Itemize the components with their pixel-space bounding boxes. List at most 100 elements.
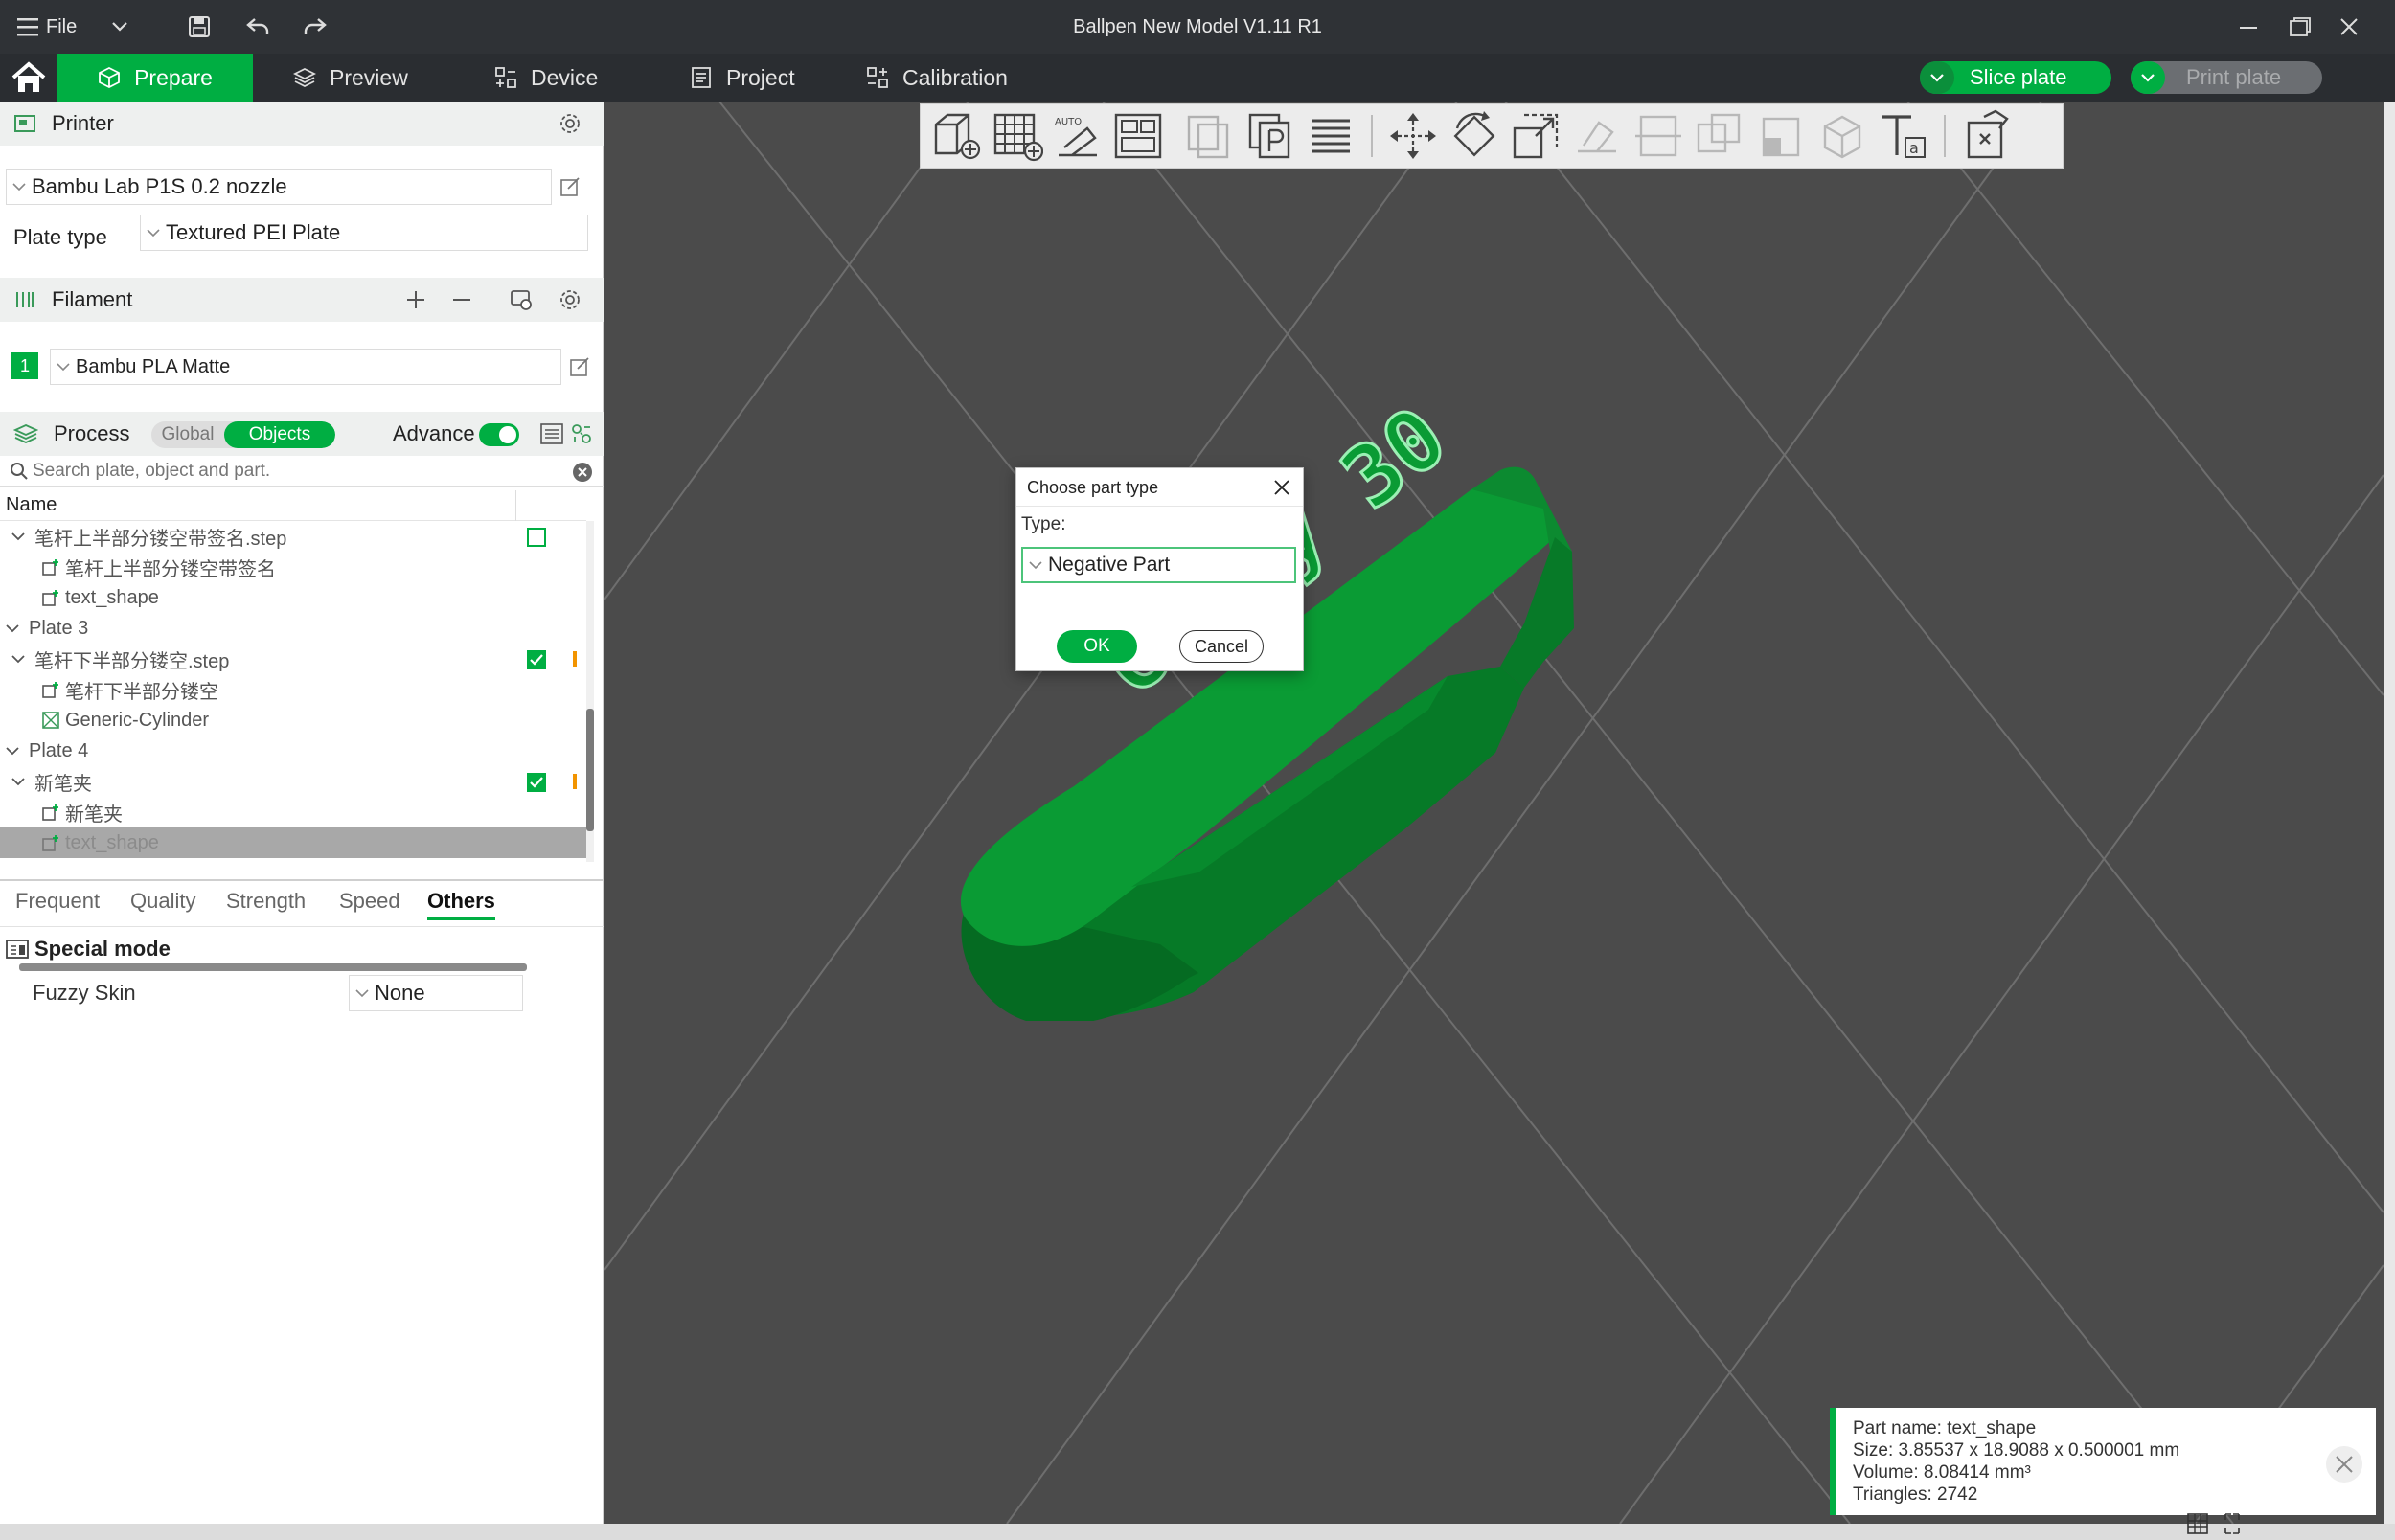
filament-slot-badge[interactable]: 1 bbox=[11, 352, 38, 379]
chevron-down-icon bbox=[57, 362, 70, 372]
filament-sync-icon[interactable] bbox=[510, 288, 533, 311]
cut-icon[interactable] bbox=[1631, 109, 1685, 163]
add-object-icon[interactable] bbox=[928, 109, 982, 163]
tree-row[interactable]: Plate 4 bbox=[0, 736, 586, 766]
print-plate-button[interactable]: Print plate bbox=[2131, 61, 2322, 94]
tab-project[interactable]: Project bbox=[690, 54, 795, 102]
printer-model: Bambu Lab P1S 0.2 nozzle bbox=[32, 174, 287, 198]
tree-row[interactable]: Generic-Cylinder bbox=[0, 705, 586, 736]
svg-text:a: a bbox=[1909, 139, 1919, 157]
tab-others[interactable]: Others bbox=[427, 889, 495, 920]
tree-row[interactable]: 笔杆下半部分镂空.step bbox=[0, 644, 586, 674]
tab-preview[interactable]: Preview bbox=[293, 54, 408, 102]
part-icon bbox=[42, 804, 59, 821]
lay-on-face-icon[interactable] bbox=[1570, 109, 1624, 163]
mesh-boolean-icon[interactable] bbox=[1693, 109, 1746, 163]
layers-list-icon[interactable] bbox=[1304, 109, 1357, 163]
tree-vertical-scrollbar[interactable] bbox=[586, 521, 594, 862]
add-icon[interactable] bbox=[406, 290, 425, 309]
assembly-view-icon[interactable] bbox=[1957, 109, 2011, 163]
3d-viewport[interactable]: Curry 30 bbox=[604, 102, 2384, 1524]
tree-horizontal-scrollbar[interactable] bbox=[19, 963, 527, 971]
visibility-checkbox[interactable] bbox=[527, 773, 546, 792]
tab-quality[interactable]: Quality bbox=[130, 889, 195, 914]
tree-row[interactable]: text_shape bbox=[0, 582, 586, 613]
visibility-checkbox[interactable] bbox=[527, 528, 546, 547]
part-type-select[interactable]: Negative Part bbox=[1021, 547, 1296, 583]
scale-icon[interactable] bbox=[1509, 109, 1562, 163]
clear-search-icon[interactable] bbox=[573, 463, 592, 482]
compare-icon[interactable] bbox=[571, 423, 592, 444]
chevron-down-icon[interactable] bbox=[11, 532, 25, 541]
close-icon[interactable] bbox=[1273, 479, 1290, 496]
main-tab-bar: Prepare Preview Device Project Calibrati… bbox=[0, 54, 2395, 102]
split-plate-icon[interactable] bbox=[1243, 109, 1296, 163]
tab-calibration[interactable]: Calibration bbox=[866, 54, 1008, 102]
plate-type-select[interactable]: Textured PEI Plate bbox=[140, 215, 588, 251]
gear-icon[interactable] bbox=[559, 112, 582, 135]
filament-select[interactable]: Bambu PLA Matte bbox=[50, 349, 561, 385]
chevron-down-icon[interactable] bbox=[6, 623, 19, 633]
tab-frequent[interactable]: Frequent bbox=[15, 889, 100, 914]
fuzzy-skin-label: Fuzzy Skin bbox=[33, 981, 136, 1005]
tree-row[interactable]: 新笔夹 bbox=[0, 766, 586, 797]
chevron-down-icon[interactable] bbox=[11, 777, 25, 786]
slice-plate-button[interactable]: Slice plate bbox=[1920, 61, 2111, 94]
remove-icon[interactable] bbox=[452, 290, 471, 309]
seam-paint-icon[interactable] bbox=[1815, 109, 1869, 163]
chevron-down-icon[interactable] bbox=[6, 746, 19, 756]
tab-speed[interactable]: Speed bbox=[339, 889, 400, 914]
home-icon[interactable] bbox=[11, 61, 46, 94]
text-tool-icon[interactable]: a bbox=[1877, 109, 1930, 163]
grid-icon[interactable] bbox=[2186, 1512, 2209, 1535]
tree-row[interactable]: Plate 3 bbox=[0, 613, 586, 644]
close-icon[interactable] bbox=[2340, 18, 2358, 35]
maximize-icon[interactable] bbox=[2290, 17, 2311, 36]
copy-icon[interactable] bbox=[1181, 109, 1235, 163]
search-input[interactable] bbox=[33, 458, 559, 485]
chevron-down-icon[interactable] bbox=[1920, 61, 1954, 94]
arrange-icon[interactable] bbox=[1112, 109, 1166, 163]
tree-item-label: 新笔夹 bbox=[65, 804, 123, 826]
auto-orient-icon[interactable]: AUTO bbox=[1051, 109, 1105, 163]
edit-icon[interactable] bbox=[569, 356, 590, 377]
part-size-line: Size: 3.85537 x 18.9088 x 0.500001 mm bbox=[1853, 1440, 2180, 1461]
3d-model[interactable] bbox=[911, 351, 1582, 1021]
tree-row-selected[interactable]: text_shape bbox=[0, 827, 586, 858]
part-icon bbox=[42, 558, 59, 576]
move-icon[interactable] bbox=[1386, 109, 1440, 163]
edit-icon[interactable] bbox=[559, 176, 581, 197]
tab-device[interactable]: Device bbox=[494, 54, 598, 102]
fuzzy-skin-select[interactable]: None bbox=[349, 975, 523, 1011]
ok-button[interactable]: OK bbox=[1057, 630, 1137, 663]
visibility-checkbox[interactable] bbox=[527, 650, 546, 669]
global-objects-toggle[interactable]: Global Objects bbox=[151, 421, 335, 448]
tree-row[interactable]: 笔杆下半部分镂空 bbox=[0, 674, 586, 705]
part-info-panel: Part name: text_shape Size: 3.85537 x 18… bbox=[1830, 1408, 2376, 1515]
chevron-down-icon[interactable] bbox=[11, 654, 25, 664]
fit-view-icon[interactable] bbox=[2223, 1512, 2242, 1535]
tree-row[interactable]: 新笔夹 bbox=[0, 797, 586, 827]
chevron-down-icon[interactable] bbox=[2131, 61, 2165, 94]
tab-strength[interactable]: Strength bbox=[226, 889, 306, 914]
support-paint-icon[interactable] bbox=[1754, 109, 1808, 163]
list-view-icon[interactable] bbox=[540, 423, 563, 444]
close-icon[interactable] bbox=[2326, 1446, 2362, 1483]
objects-option[interactable]: Objects bbox=[224, 421, 335, 448]
minimize-icon[interactable] bbox=[2240, 27, 2257, 29]
rotate-icon[interactable] bbox=[1448, 109, 1501, 163]
printer-select[interactable]: Bambu Lab P1S 0.2 nozzle bbox=[6, 169, 552, 205]
tree-item-label: Plate 4 bbox=[29, 739, 89, 761]
process-section-title: Process bbox=[54, 421, 130, 445]
advance-toggle[interactable] bbox=[479, 423, 519, 446]
tree-row[interactable]: 笔杆上半部分镂空带签名 bbox=[0, 552, 586, 582]
cancel-button[interactable]: Cancel bbox=[1179, 630, 1264, 663]
add-plate-icon[interactable] bbox=[990, 109, 1043, 163]
global-option[interactable]: Global bbox=[151, 421, 224, 448]
part-icon bbox=[42, 589, 59, 606]
tree-row[interactable]: 笔杆上半部分镂空带签名.step bbox=[0, 521, 586, 552]
gear-icon[interactable] bbox=[559, 288, 582, 311]
tab-prepare[interactable]: Prepare bbox=[57, 54, 253, 102]
tree-scroll-thumb[interactable] bbox=[586, 709, 594, 831]
svg-text:AUTO: AUTO bbox=[1055, 117, 1082, 127]
